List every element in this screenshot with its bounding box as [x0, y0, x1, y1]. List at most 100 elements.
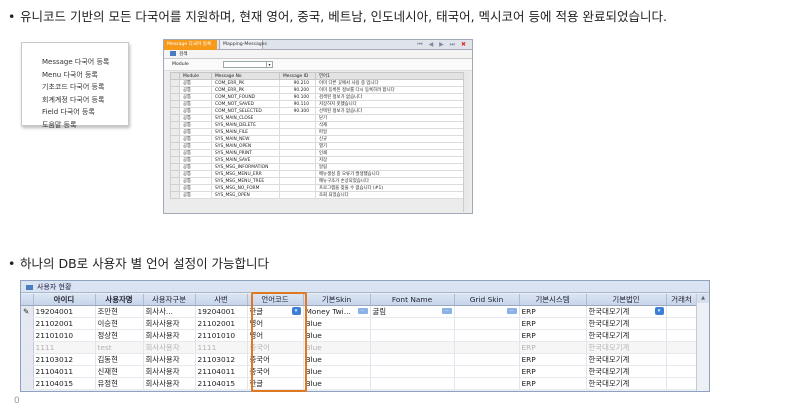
table-cell[interactable]: 90.200 — [279, 86, 316, 94]
table-cell[interactable]: 한국대모기계 — [586, 365, 667, 378]
table-cell[interactable] — [170, 163, 180, 171]
table-cell[interactable] — [279, 191, 316, 199]
table-cell[interactable]: SYS_MAIN_OPEN — [211, 142, 280, 150]
table-cell[interactable]: 닫기 — [315, 114, 466, 122]
table-cell[interactable]: SYS_MSG_MENU_ERR — [211, 170, 280, 178]
user-grid-header[interactable]: 기본Skin — [303, 294, 371, 306]
table-row[interactable]: 공통 SYS_MAIN_OPEN 열기 — [170, 142, 466, 150]
table-cell[interactable] — [370, 329, 455, 342]
table-cell[interactable] — [370, 317, 455, 330]
table-cell[interactable] — [279, 128, 316, 136]
chevron-down-icon[interactable]: ▾ — [291, 307, 301, 315]
table-cell[interactable]: 1111 — [33, 341, 96, 354]
table-cell[interactable]: 프로그램을 찾을 수 없습니다 (#1) — [315, 184, 466, 192]
table-cell[interactable]: 90.300 — [279, 107, 316, 115]
table-cell[interactable]: 공통 — [179, 184, 212, 192]
table-cell[interactable] — [170, 135, 180, 143]
table-row[interactable]: 공통 COM_ERR_PK 90.200 이미 등록된 정보를 다시 등록하려 합니다 — [170, 86, 466, 94]
table-cell[interactable]: 공통 — [179, 86, 212, 94]
table-cell[interactable]: SYS_MAIN_CLOSE — [211, 114, 280, 122]
table-cell[interactable] — [279, 114, 316, 122]
user-grid-header[interactable] — [21, 294, 34, 306]
table-cell[interactable]: COM_NOT_FOUND — [211, 93, 280, 101]
table-cell[interactable]: ERP — [519, 329, 587, 342]
table-row[interactable]: 21102001 이승현 회사사용자 21102001 영어 Blue ERP 한국대모기계 — [21, 317, 698, 330]
table-cell[interactable] — [370, 341, 455, 354]
table-cell[interactable]: 21103012 — [195, 353, 248, 366]
table-cell[interactable]: 중국어 — [247, 353, 304, 366]
message-grid-header[interactable]: 언어1 — [315, 72, 466, 80]
menu-item[interactable]: Message 다국어 등록 — [22, 56, 128, 69]
user-grid-header[interactable]: 거래처 — [666, 294, 698, 306]
table-cell[interactable] — [279, 156, 316, 164]
table-cell[interactable]: 회사사용자 — [143, 353, 196, 366]
table-cell[interactable]: 검색된 정보가 없습니다 — [315, 93, 466, 101]
table-row[interactable]: 공통 SYS_MAIN_SAVE 저장 — [170, 156, 466, 164]
table-cell[interactable]: COM_ERR_PK — [211, 79, 280, 87]
user-grid-header[interactable]: 기본법인 — [586, 294, 667, 306]
table-cell[interactable]: 19204001 — [195, 305, 248, 318]
table-cell[interactable] — [170, 142, 180, 150]
menu-item[interactable]: 기초코드 다국어 등록 — [22, 81, 128, 94]
table-cell[interactable] — [454, 317, 520, 330]
row-marker[interactable] — [21, 377, 34, 390]
table-cell[interactable]: Money Twi... ··· — [303, 305, 371, 318]
close-icon[interactable]: ✖ — [461, 41, 468, 48]
table-cell[interactable]: 굴림 ··· — [370, 305, 455, 318]
table-cell[interactable]: 한국대모기계 — [586, 317, 667, 330]
table-cell[interactable]: 회사사용자 — [143, 365, 196, 378]
table-row[interactable]: 공통 COM_ERR_PK 90.210 이미 다른 곳에서 사용 중 입니다 — [170, 79, 466, 87]
table-cell[interactable]: 중국어 — [247, 341, 304, 354]
table-cell[interactable]: 영어 — [247, 317, 304, 330]
table-cell[interactable]: SYS_MSG_NO_FORM — [211, 184, 280, 192]
table-cell[interactable] — [170, 114, 180, 122]
table-cell[interactable]: 회사사용자 — [143, 377, 196, 390]
table-cell[interactable]: 공통 — [179, 177, 212, 185]
table-cell[interactable] — [454, 341, 520, 354]
table-cell[interactable] — [279, 149, 316, 157]
user-grid-header[interactable]: 언어코드 — [247, 294, 304, 306]
table-cell[interactable] — [279, 163, 316, 171]
table-cell[interactable]: 저장 — [315, 156, 466, 164]
ellipsis-icon[interactable]: ··· — [357, 308, 368, 314]
table-cell[interactable]: 한글 — [247, 377, 304, 390]
table-cell[interactable] — [454, 377, 520, 390]
table-cell[interactable]: 1111 — [195, 341, 248, 354]
table-cell[interactable]: 이승현 — [95, 317, 144, 330]
user-grid-header[interactable]: 기본시스템 — [519, 294, 587, 306]
table-cell[interactable]: 신규 — [315, 135, 466, 143]
search-button-label[interactable]: 검색 — [179, 52, 187, 57]
table-cell[interactable]: Blue — [303, 329, 371, 342]
menu-item[interactable]: Menu 다국어 등록 — [22, 69, 128, 82]
menu-item[interactable]: 회계계정 다국어 등록 — [22, 94, 128, 107]
table-cell[interactable] — [170, 191, 180, 199]
table-cell[interactable] — [454, 353, 520, 366]
table-cell[interactable]: 메뉴구조가 손상되었습니다 — [315, 177, 466, 185]
table-cell[interactable]: SYS_MAIN_SAVE — [211, 156, 280, 164]
table-cell[interactable]: SYS_MSG_INFORMATION — [211, 163, 280, 171]
table-cell[interactable] — [170, 100, 180, 108]
table-cell[interactable]: 19204001 — [33, 305, 96, 318]
menu-item[interactable]: Field 다국어 등록 — [22, 106, 128, 119]
table-cell[interactable]: test — [95, 341, 144, 354]
chevron-down-icon[interactable]: ▾ — [654, 307, 664, 315]
table-cell[interactable]: Blue — [303, 377, 371, 390]
table-cell[interactable] — [279, 184, 316, 192]
table-cell[interactable]: SYS_MAIN_NEW — [211, 135, 280, 143]
table-cell[interactable]: 이미 다른 곳에서 사용 중 입니다 — [315, 79, 466, 87]
table-cell[interactable]: SYS_MSG_MENU_TREE — [211, 177, 280, 185]
table-cell[interactable] — [170, 128, 180, 136]
row-marker[interactable] — [21, 365, 34, 378]
row-marker[interactable]: ✎ — [21, 305, 34, 318]
search-icon[interactable] — [170, 51, 176, 56]
table-cell[interactable]: 21103012 — [33, 353, 96, 366]
window-controls[interactable]: ⏮ ◀ ▶ ⏭ ✖ — [417, 40, 468, 50]
table-cell[interactable] — [170, 121, 180, 129]
table-row[interactable]: 공통 COM_NOT_SELECTED 90.300 선택된 정보가 없습니다 — [170, 107, 466, 115]
table-cell[interactable]: 공통 — [179, 142, 212, 150]
table-cell[interactable] — [170, 86, 180, 94]
table-row[interactable]: 공통 COM_NOT_FOUND 90.100 검색된 정보가 없습니다 — [170, 93, 466, 101]
table-cell[interactable]: 공통 — [179, 191, 212, 199]
table-cell[interactable]: 저장하지 못했습니다 — [315, 100, 466, 108]
user-grid-header[interactable]: Grid Skin — [454, 294, 520, 306]
